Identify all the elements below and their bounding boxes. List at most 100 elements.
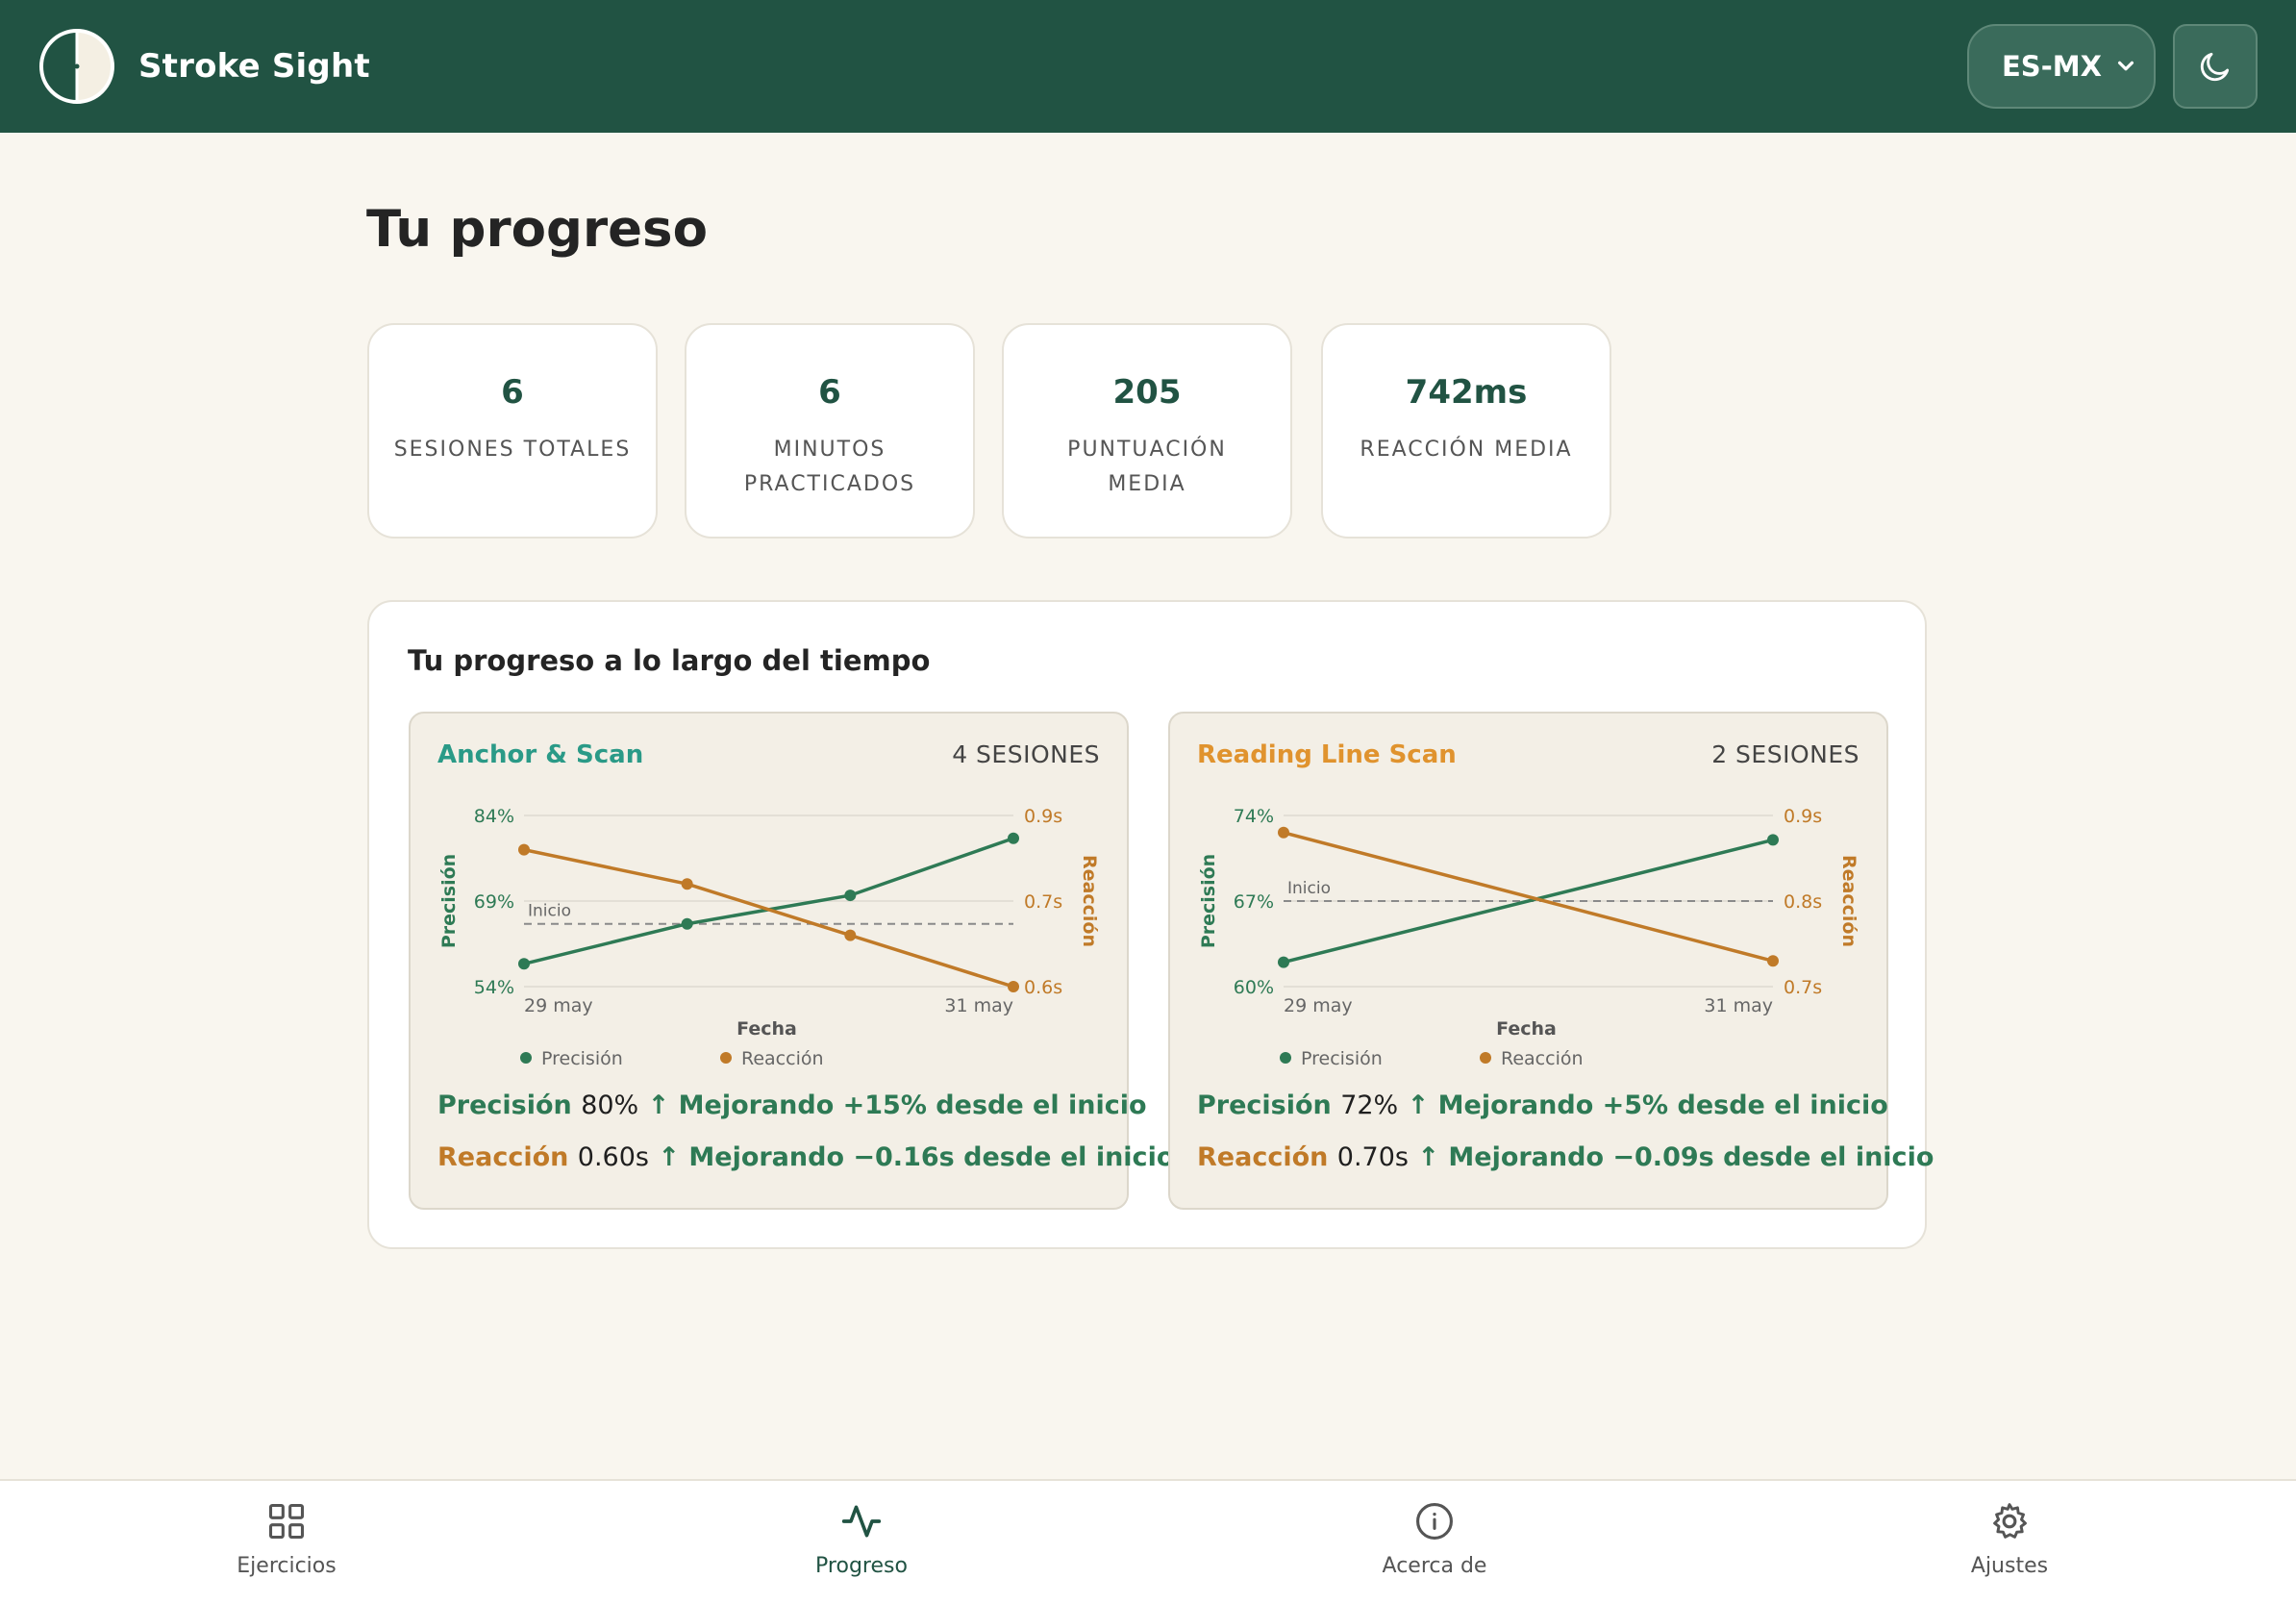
accuracy-summary: Precisión 80% ↑ Mejorando +15% desde el … [437, 1090, 1147, 1120]
x-tick-label: 31 may [1704, 995, 1773, 1016]
nav-item-exercises[interactable]: Ejercicios [171, 1500, 402, 1596]
y-right-tick-label: 0.8s [1784, 891, 1822, 913]
stat-value: 742ms [1405, 373, 1528, 412]
nav-label: Acerca de [1382, 1554, 1487, 1578]
stat-card-minutes-practiced: 6 Minutos practicados [685, 323, 975, 539]
y-right-axis-label: Reacción [1079, 855, 1100, 947]
grid-icon [268, 1503, 305, 1540]
legend-label: Precisión [1301, 1048, 1383, 1069]
accuracy-value: 80% [581, 1090, 639, 1120]
reaction-trend: ↑ Mejorando −0.16s desde el inicio [658, 1142, 1175, 1172]
half-circle-icon [39, 29, 114, 104]
exercise-sessions: 2 sesiones [1711, 740, 1859, 768]
x-axis-label: Fecha [1496, 1018, 1557, 1040]
theme-toggle-button[interactable] [2173, 24, 2258, 109]
stat-card-average-score: 205 Puntuación media [1002, 323, 1292, 539]
language-value: ES-MX [2002, 50, 2102, 83]
brand[interactable]: Stroke Sight [38, 28, 370, 105]
baseline-label: Inicio [1287, 879, 1331, 898]
y-right-tick-label: 0.7s [1024, 891, 1062, 913]
panel-title: Tu progreso a lo largo del tiempo [408, 644, 931, 677]
stat-value: 6 [818, 373, 841, 412]
exercise-card-anchor-scan: Anchor & Scan 4 sesiones 54% 69% 84% 0.6s 0.… [409, 712, 1174, 1210]
y-left-tick-label: 67% [1234, 891, 1274, 913]
x-tick-label: 29 may [524, 995, 593, 1016]
accuracy-value: 72% [1340, 1090, 1399, 1120]
stat-label: Puntuación media [1067, 438, 1227, 496]
baseline-label: Inicio [528, 902, 571, 921]
activity-icon [841, 1505, 882, 1538]
stat-value: 205 [1112, 373, 1182, 412]
bottom-navigation: Ejercicios Progreso Acerca de Ajustes [0, 1479, 2296, 1604]
y-left-axis-label: Precisión [1198, 854, 1219, 948]
x-axis-label: Fecha [736, 1018, 797, 1040]
accuracy-trend: ↑ Mejorando +5% desde el inicio [1407, 1090, 1888, 1120]
progress-over-time-panel: Tu progreso a lo largo del tiempo Anchor… [367, 600, 1934, 1249]
y-left-axis-label: Precisión [438, 854, 460, 948]
stat-label: Reacción media [1360, 438, 1573, 462]
nav-label: Progreso [815, 1554, 908, 1578]
progress-chart: 60% 67% 74% 0.7s 0.8s 0.9s Precisión Reacción 29… [1198, 806, 1859, 1069]
series-line [523, 847, 1014, 989]
y-right-tick-label: 0.9s [1024, 806, 1062, 827]
exercise-card-reading-line-scan: Reading Line Scan 2 sesiones 60% 67% 74% 0.… [1168, 712, 1934, 1210]
accuracy-label: Precisión [437, 1090, 572, 1120]
reaction-trend: ↑ Mejorando −0.09s desde el inicio [1417, 1142, 1934, 1172]
y-left-tick-label: 69% [474, 891, 514, 913]
legend-label: Precisión [541, 1048, 623, 1069]
accuracy-summary: Precisión 72% ↑ Mejorando +5% desde el i… [1197, 1090, 1888, 1120]
stat-card-average-reaction: 742ms Reacción media [1321, 323, 1611, 539]
x-tick-label: 31 may [944, 995, 1013, 1016]
accuracy-label: Precisión [1197, 1090, 1332, 1120]
stat-card-total-sessions: 6 Sesiones totales [367, 323, 658, 539]
nav-label: Ajustes [1970, 1554, 2049, 1578]
data-point [518, 958, 530, 970]
y-left-tick-label: 54% [474, 977, 514, 998]
legend-marker [720, 1052, 732, 1064]
info-icon [1416, 1503, 1453, 1540]
y-left-tick-label: 74% [1234, 806, 1274, 827]
y-right-axis-label: Reacción [1838, 855, 1859, 947]
reaction-value: 0.70s [1336, 1142, 1409, 1172]
y-right-tick-label: 0.7s [1784, 977, 1822, 998]
y-left-tick-label: 60% [1234, 977, 1274, 998]
progress-chart: 54% 69% 84% 0.6s 0.7s 0.9s Precisión Reacción 29… [438, 806, 1100, 1069]
data-point [1278, 956, 1289, 968]
data-point [1278, 826, 1289, 839]
nav-label: Ejercicios [237, 1554, 337, 1578]
gear-icon [1993, 1503, 2027, 1539]
language-select[interactable]: ES-MX [1967, 24, 2156, 109]
reaction-summary: Reacción 0.60s ↑ Mejorando −0.16s desde … [437, 1142, 1174, 1172]
data-point [681, 878, 693, 890]
y-right-tick-label: 0.6s [1024, 977, 1062, 998]
data-point [1767, 834, 1779, 846]
data-point [1008, 981, 1019, 992]
stat-label: Minutos practicados [743, 438, 916, 496]
data-point [844, 890, 857, 902]
stat-label: Sesiones totales [393, 438, 632, 462]
legend-label: Reacción [1501, 1048, 1584, 1069]
stat-value: 6 [501, 373, 524, 412]
series-line [1283, 831, 1774, 963]
reaction-value: 0.60s [577, 1142, 649, 1172]
moon-icon [2200, 52, 2230, 82]
nav-item-about[interactable]: Acerca de [1319, 1500, 1550, 1596]
app-header: Stroke Sight ES-MX [0, 0, 2296, 133]
nav-item-progress[interactable]: Progreso [746, 1500, 977, 1596]
reaction-label: Reacción [437, 1142, 569, 1172]
app-name: Stroke Sight [138, 47, 370, 86]
data-point [681, 917, 693, 930]
legend-marker [1280, 1052, 1291, 1064]
page-title: Tu progreso [366, 200, 708, 259]
data-point [518, 843, 530, 856]
legend-marker [520, 1052, 532, 1064]
chevron-down-icon [2117, 61, 2134, 71]
nav-item-settings[interactable]: Ajustes [1894, 1500, 2125, 1596]
header-actions: ES-MX [1967, 24, 2258, 109]
data-point [844, 929, 857, 941]
y-left-tick-label: 84% [474, 806, 514, 827]
accuracy-trend: ↑ Mejorando +15% desde el inicio [647, 1090, 1147, 1120]
exercise-sessions: 4 sesiones [952, 740, 1100, 768]
x-tick-label: 29 may [1284, 995, 1353, 1016]
y-right-tick-label: 0.9s [1784, 806, 1822, 827]
